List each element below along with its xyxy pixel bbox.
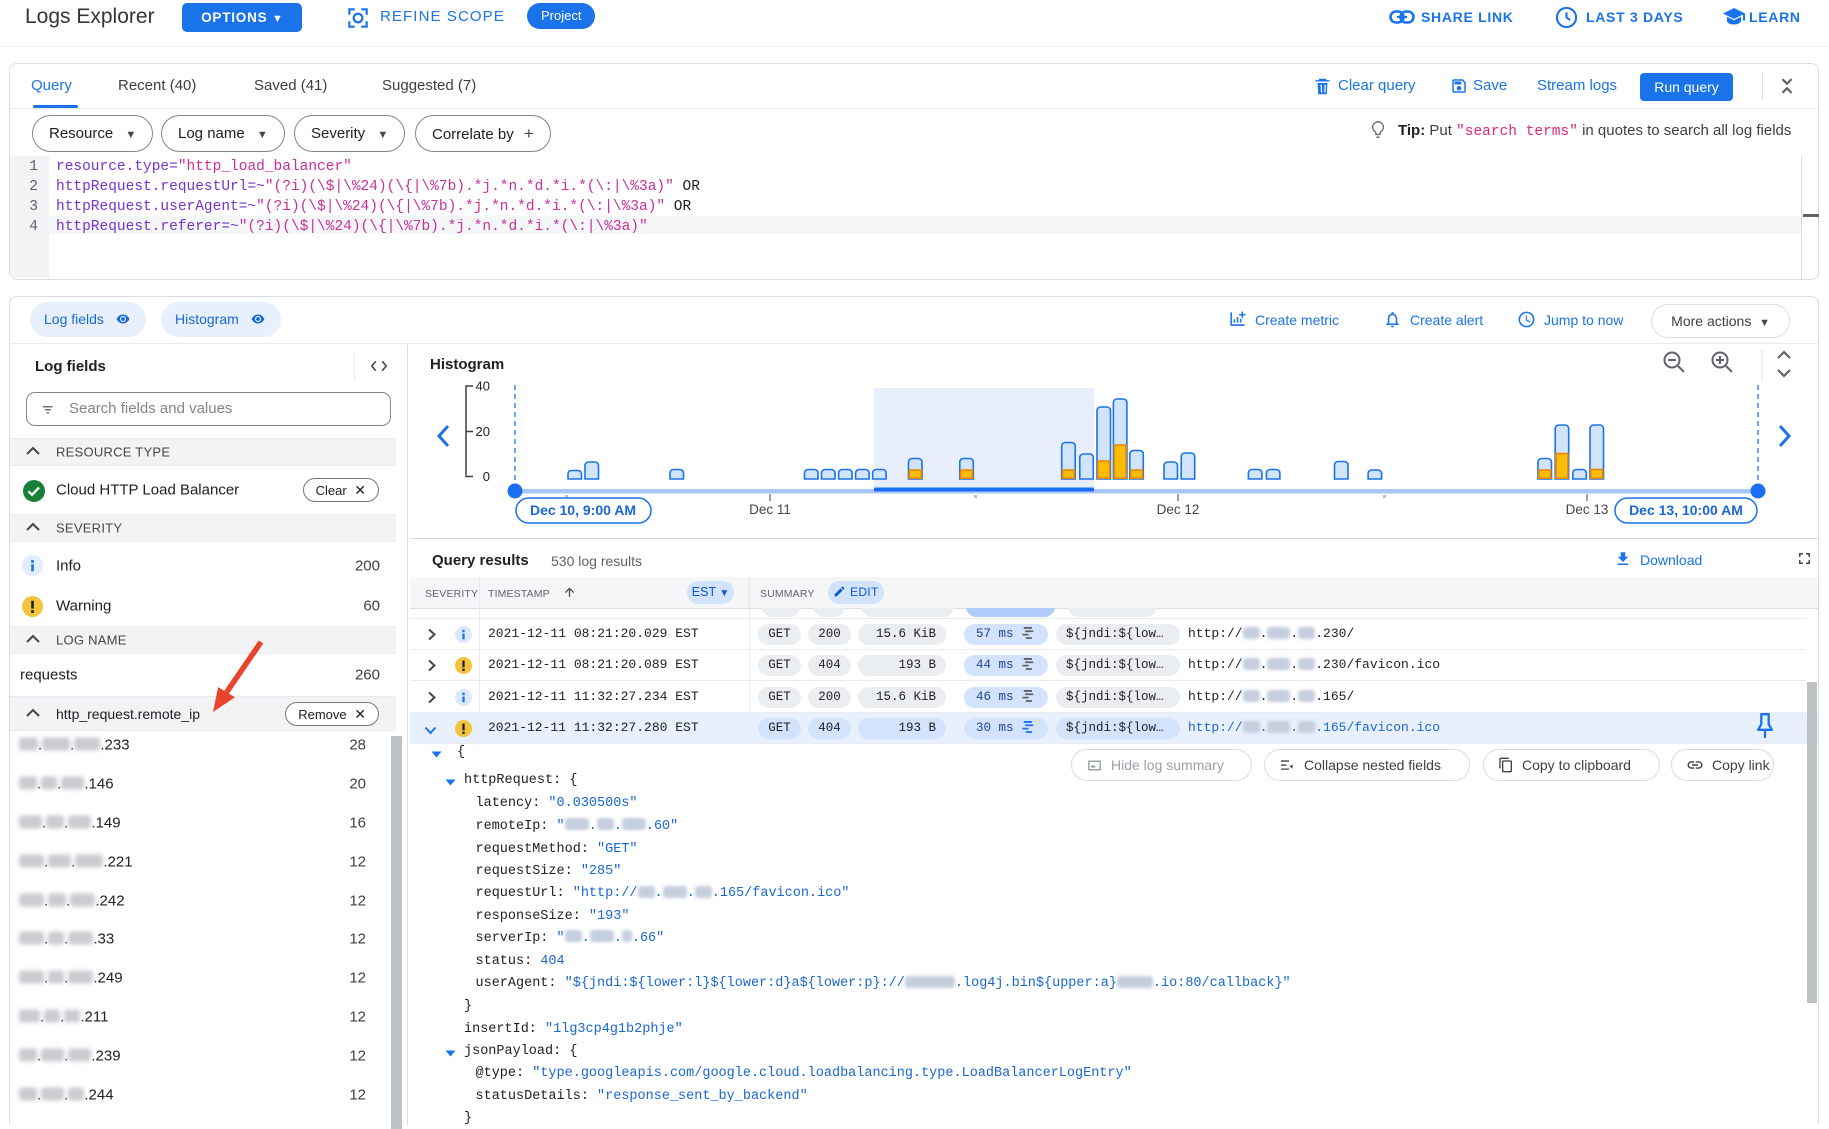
svg-text:Dec 12: Dec 12 (1157, 502, 1200, 517)
svg-text:Dec 13, 10:00 AM: Dec 13, 10:00 AM (1629, 502, 1743, 518)
svg-text:Dec 10, 9:00 AM: Dec 10, 9:00 AM (530, 502, 636, 518)
svg-text:Dec 13: Dec 13 (1566, 502, 1609, 517)
svg-text:20: 20 (476, 424, 490, 439)
svg-text:40: 40 (476, 379, 490, 394)
svg-text:0: 0 (483, 469, 490, 484)
svg-text:Dec 11: Dec 11 (749, 502, 791, 517)
